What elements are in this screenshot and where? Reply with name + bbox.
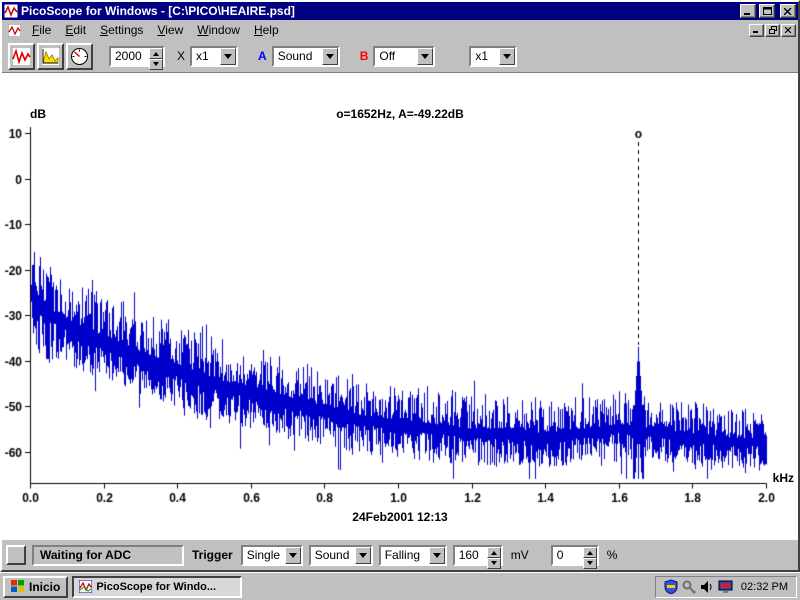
measurement-readout: o=1652Hz, A=-49.22dB [2,107,798,121]
delay-up-button[interactable] [583,547,597,558]
child-restore-button[interactable] [765,24,780,37]
menu-edit[interactable]: Edit [58,21,93,39]
x-multiplier-value: x1 [192,48,220,65]
x-multiplier-select[interactable]: x1 [190,46,238,67]
task-app-icon [79,580,92,593]
taskbar-task-button[interactable]: PicoScope for Windo... [72,576,242,598]
tray-key-icon[interactable] [682,580,696,594]
dropdown-arrow-icon[interactable] [322,48,338,65]
x-multiplier-label: X [177,49,185,63]
child-window-icon[interactable] [8,24,21,37]
status-led [6,545,26,565]
trigger-direction-select[interactable]: Falling [379,545,447,566]
title-bar: PicoScope for Windows - [C:\PICO\HEAIRE.… [2,2,798,20]
menu-window[interactable]: Window [190,21,247,39]
trigger-mode-value: Single [243,547,285,564]
meter-gauge-icon [70,47,89,66]
spectrum-plot: dB o=1652Hz, A=-49.22dB kHz 24Feb2001 12… [2,73,798,539]
dropdown-arrow-icon[interactable] [220,48,236,65]
trigger-channel-select[interactable]: Sound [309,545,373,566]
scope-view-button[interactable] [8,43,35,70]
app-window: PicoScope for Windows - [C:\PICO\HEAIRE.… [0,0,800,572]
app-icon[interactable] [4,4,18,18]
delay-unit-label: % [607,548,618,562]
channel-b-label: B [360,49,369,63]
tray-shield-icon[interactable] [664,579,678,594]
status-bar: Waiting for ADC Trigger Single Sound Fal… [2,539,798,570]
meter-view-button[interactable] [66,43,93,70]
scope-waveform-icon [12,47,31,66]
dropdown-arrow-icon[interactable] [285,547,301,564]
child-minimize-button[interactable] [749,24,764,37]
start-label: Inicio [29,580,60,594]
trigger-threshold-value: 160 [455,547,487,564]
trigger-threshold-spinner[interactable]: 160 [453,545,503,566]
adc-status-text: Waiting for ADC [32,545,184,566]
threshold-down-button[interactable] [487,558,501,569]
time-multiplier-value: x1 [471,48,499,65]
window-title: PicoScope for Windows - [C:\PICO\HEAIRE.… [21,4,737,18]
task-button-label: PicoScope for Windo... [96,581,216,593]
x-axis-unit-label: kHz [773,471,794,485]
channel-a-label: A [258,49,267,63]
dropdown-arrow-icon[interactable] [417,48,433,65]
menu-bar: File Edit Settings View Window Help [2,20,798,40]
menu-settings[interactable]: Settings [93,21,150,39]
menu-file[interactable]: File [25,21,58,39]
capture-timestamp: 24Feb2001 12:13 [2,510,798,524]
channel-a-value: Sound [274,48,322,65]
taskbar: Inicio PicoScope for Windo... 02:32 PM [0,572,800,600]
trigger-label: Trigger [192,548,233,562]
channel-b-select[interactable]: Off [373,46,435,67]
dropdown-arrow-icon[interactable] [355,547,371,564]
samples-up-button[interactable] [149,48,163,59]
menu-help[interactable]: Help [247,21,286,39]
trigger-channel-value: Sound [311,547,355,564]
channel-a-select[interactable]: Sound [272,46,340,67]
trigger-direction-value: Falling [381,547,429,564]
minimize-button[interactable] [740,4,756,18]
trigger-delay-spinner[interactable]: 0 [551,545,599,566]
system-tray: 02:32 PM [655,576,797,598]
threshold-unit-label: mV [511,548,529,562]
menu-view[interactable]: View [150,21,190,39]
time-multiplier-select[interactable]: x1 [469,46,517,67]
maximize-button[interactable] [759,4,775,18]
dropdown-arrow-icon[interactable] [429,547,445,564]
spectrum-canvas[interactable] [2,73,798,541]
delay-down-button[interactable] [583,558,597,569]
spectrum-chart-icon [41,47,60,66]
close-button[interactable] [780,4,796,18]
samples-spinner[interactable]: 2000 [109,46,165,67]
start-button[interactable]: Inicio [3,576,68,598]
samples-down-button[interactable] [149,59,163,70]
toolbar: 2000 X x1 A Sound B Off x1 [2,40,798,73]
trigger-mode-select[interactable]: Single [241,545,303,566]
spectrum-view-button[interactable] [37,43,64,70]
tray-display-icon[interactable] [718,580,733,594]
channel-b-value: Off [375,48,417,65]
dropdown-arrow-icon[interactable] [499,48,515,65]
trigger-delay-value: 0 [553,547,583,564]
taskbar-clock[interactable]: 02:32 PM [741,581,788,593]
threshold-up-button[interactable] [487,547,501,558]
samples-value: 2000 [111,48,149,65]
tray-volume-icon[interactable] [700,580,714,594]
windows-logo-icon [11,580,25,593]
child-close-button[interactable] [781,24,796,37]
